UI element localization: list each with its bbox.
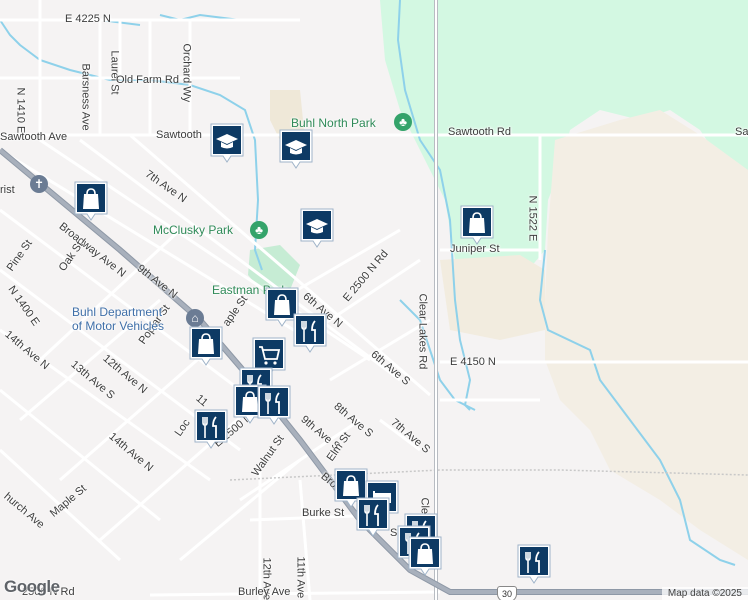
fork-knife-icon (356, 497, 390, 537)
marker-school[interactable] (209, 122, 245, 164)
marker-shopping[interactable] (188, 325, 224, 367)
shopping-bag-icon (408, 536, 442, 576)
shopping-bag-icon (189, 326, 223, 366)
marker-shopping[interactable] (73, 180, 109, 222)
google-logo[interactable]: Google (4, 577, 60, 597)
street-label: Burley Ave (238, 586, 291, 598)
marker-restaurant[interactable] (516, 543, 552, 585)
map-attribution[interactable]: Map data ©2025 (661, 587, 748, 600)
street-label: E 4150 N (450, 356, 496, 368)
street-label: rist (0, 184, 15, 196)
marker-restaurant[interactable] (256, 384, 292, 426)
street-label: Clear Lakes Rd (416, 293, 429, 370)
park-tree-icon[interactable]: ♣ (394, 113, 412, 131)
street-label: N 1522 E (526, 195, 539, 242)
map-canvas[interactable]: ♣ ♣ ⌂ ✝ E 4225 NN 1410 E Laurel St Barsnes… (0, 0, 748, 600)
street-label: Barsness Ave (79, 63, 92, 131)
street-label: Burke St (302, 507, 345, 519)
poi-label[interactable]: of Motor Vehicles (72, 320, 164, 332)
graduation-cap-icon (210, 123, 244, 163)
park-tree-icon[interactable]: ♣ (250, 221, 268, 239)
fork-knife-icon (257, 385, 291, 425)
shopping-bag-icon (74, 181, 108, 221)
park-label[interactable]: McClusky Park (153, 224, 233, 236)
graduation-cap-icon (300, 208, 334, 248)
street-label: Laurel St (108, 50, 121, 95)
street-label: Sawtooth (156, 129, 202, 141)
church-cross-icon[interactable]: ✝ (30, 175, 48, 193)
graduation-cap-icon (279, 129, 313, 169)
marker-shopping[interactable] (407, 535, 443, 577)
marker-school[interactable] (278, 128, 314, 170)
marker-restaurant[interactable] (355, 496, 391, 538)
street-label: E 4225 N (65, 13, 111, 25)
fork-knife-icon (517, 544, 551, 584)
street-label: Sawtooth Ave (0, 131, 68, 143)
street-label: Sawtooth Rd (448, 126, 511, 138)
marker-shopping[interactable] (459, 204, 495, 246)
fork-knife-icon (194, 409, 228, 449)
marker-restaurant[interactable] (292, 312, 328, 354)
marker-school[interactable] (299, 207, 335, 249)
fork-knife-icon (293, 313, 327, 353)
street-label: Orchard Wy (180, 43, 193, 103)
shopping-bag-icon (460, 205, 494, 245)
route-shield: 30 (497, 586, 517, 600)
street-label: Sa (735, 126, 748, 138)
street-label: 11th Ave S (294, 556, 307, 600)
street-label: Old Farm Rd (116, 74, 179, 86)
street-label: N 1410 E (14, 87, 27, 134)
poi-label[interactable]: Buhl Department (72, 306, 162, 318)
marker-restaurant[interactable] (193, 408, 229, 450)
